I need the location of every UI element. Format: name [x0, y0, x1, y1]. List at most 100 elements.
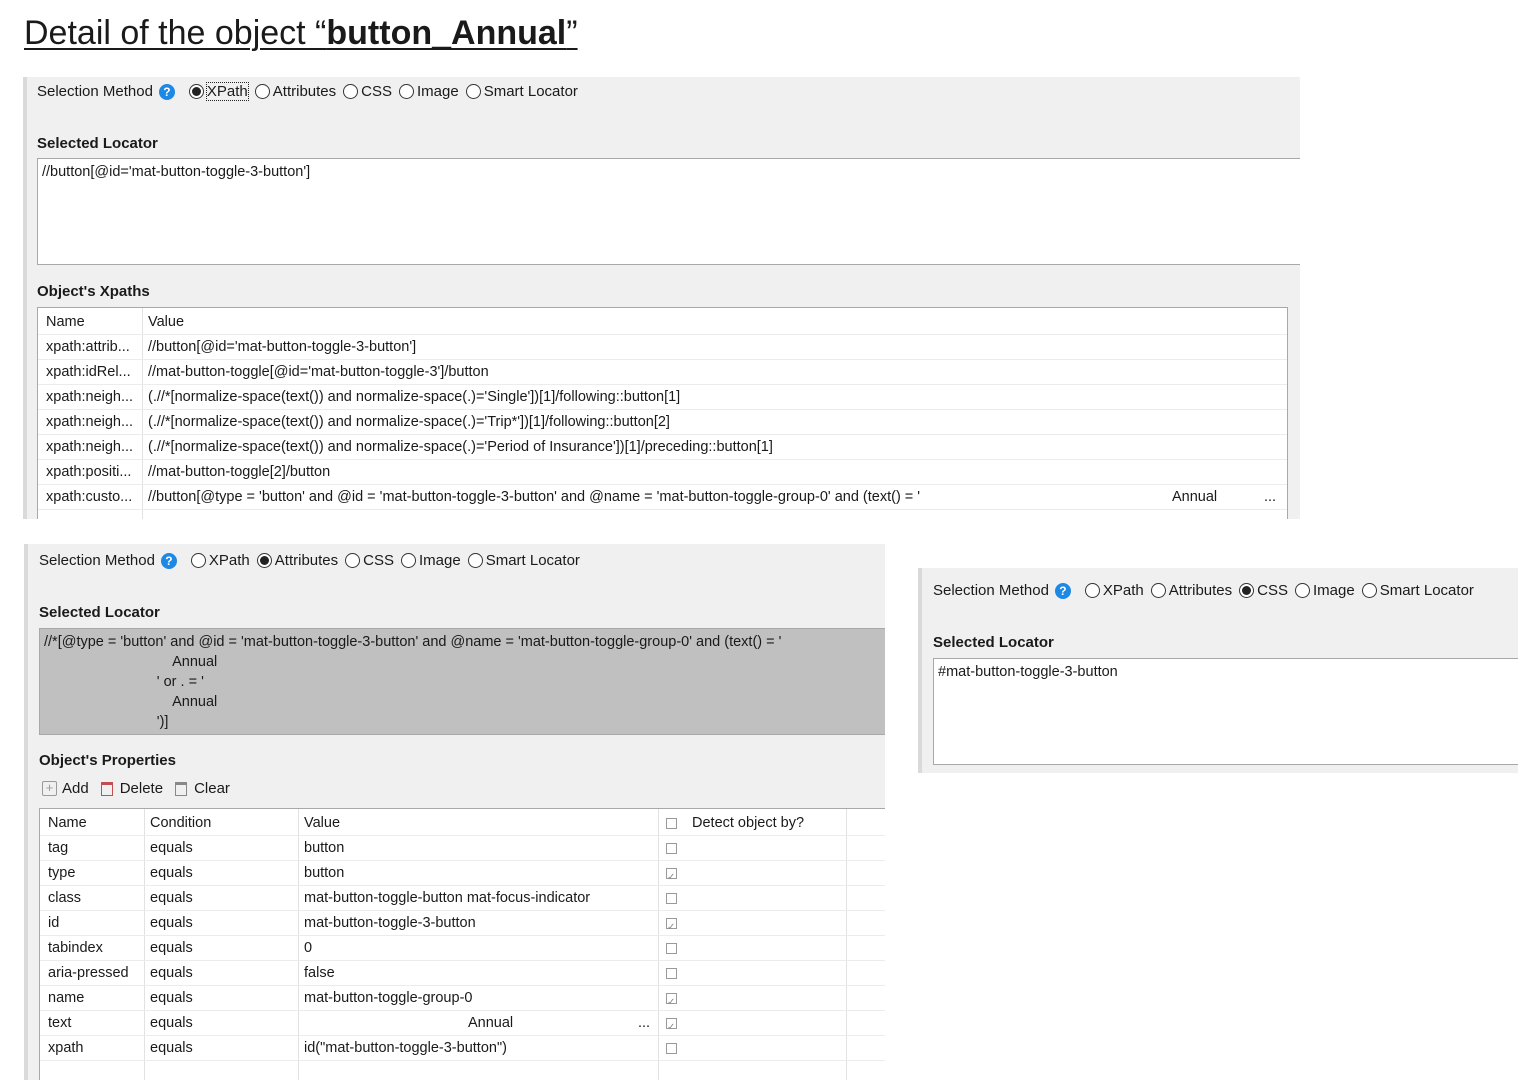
table-row[interactable]: xpath:neigh... (.//*[normalize-space(tex… [38, 385, 1287, 410]
column-header-value[interactable]: Value [142, 310, 542, 335]
radio-css[interactable]: CSS [343, 83, 392, 100]
table-row[interactable]: xpath:neigh... (.//*[normalize-space(tex… [38, 435, 1287, 460]
radio-label: Attributes [274, 552, 339, 569]
radio-image[interactable]: Image [399, 83, 459, 100]
radio-icon [345, 553, 361, 568]
table-row[interactable]: xpath:custo... //button[@type = 'button'… [38, 485, 1287, 510]
table-row[interactable]: xpath equals id("mat-button-toggle-3-but… [40, 1036, 885, 1061]
title-object-name: button_Annual [326, 14, 567, 52]
detect-cell [660, 861, 680, 886]
property-value[interactable]: button [298, 861, 648, 886]
table-row[interactable]: tabindex equals 0 [40, 936, 885, 961]
radio-label: XPath [205, 82, 249, 101]
table-row[interactable]: xpath:neigh... (.//*[normalize-space(tex… [38, 410, 1287, 435]
delete-button[interactable]: Delete [100, 780, 163, 797]
selected-locator-field[interactable]: #mat-button-toggle-3-button [933, 658, 1518, 765]
property-value[interactable]: false [298, 961, 648, 986]
property-name: type [48, 865, 76, 881]
radio-label: Attributes [1168, 582, 1233, 599]
selected-locator-field[interactable]: //*[@type = 'button' and @id = 'mat-butt… [39, 628, 885, 735]
help-icon[interactable]: ? [1054, 582, 1071, 599]
radio-xpath[interactable]: XPath [1084, 582, 1144, 599]
add-button[interactable]: + Add [42, 780, 89, 797]
detect-checkbox[interactable] [666, 915, 677, 936]
property-value[interactable]: Annual [298, 1011, 633, 1036]
radio-attributes[interactable]: Attributes [256, 552, 339, 569]
property-value[interactable]: mat-button-toggle-button mat-focus-indic… [298, 886, 648, 911]
column-header-name[interactable]: Name [40, 310, 140, 335]
panel-border [24, 544, 28, 1080]
table-row[interactable]: type equals button [40, 861, 885, 886]
property-condition[interactable]: equals [144, 1036, 294, 1061]
table-row[interactable]: text equals Annual ... [40, 1011, 885, 1036]
table-row[interactable]: xpath:positi... //mat-button-toggle[2]/b… [38, 460, 1287, 485]
more-button[interactable]: ... [632, 1011, 656, 1036]
clear-button[interactable]: Clear [175, 780, 230, 797]
clear-icon [175, 781, 188, 796]
property-condition[interactable]: equals [144, 1011, 294, 1036]
table-header: Name Value [38, 310, 1287, 335]
selected-locator-field[interactable]: //button[@id='mat-button-toggle-3-button… [37, 158, 1300, 265]
detect-checkbox[interactable] [666, 842, 677, 854]
property-value[interactable]: 0 [298, 936, 648, 961]
property-value[interactable]: mat-button-toggle-3-button [298, 911, 648, 936]
radio-attributes[interactable]: Attributes [1150, 582, 1233, 599]
table-row[interactable]: name equals mat-button-toggle-group-0 [40, 986, 885, 1011]
add-icon: + [42, 781, 57, 796]
radio-smart-locator[interactable]: Smart Locator [1361, 582, 1474, 599]
radio-attributes[interactable]: Attributes [254, 83, 336, 100]
radio-label: XPath [1102, 582, 1144, 599]
radio-css[interactable]: CSS [1239, 582, 1288, 599]
radio-smart-locator[interactable]: Smart Locator [465, 83, 578, 100]
radio-icon [1295, 583, 1310, 598]
detect-all-checkbox[interactable] [666, 817, 677, 829]
property-condition[interactable]: equals [144, 961, 294, 986]
detect-checkbox[interactable] [666, 990, 677, 1011]
help-icon[interactable]: ? [160, 552, 177, 569]
help-icon[interactable]: ? [158, 83, 175, 100]
detect-checkbox[interactable] [666, 865, 677, 886]
property-value[interactable]: button [298, 836, 648, 861]
property-value[interactable]: mat-button-toggle-group-0 [298, 986, 648, 1011]
property-condition[interactable]: equals [144, 861, 294, 886]
table-row[interactable]: aria-pressed equals false [40, 961, 885, 986]
table-row[interactable]: class equals mat-button-toggle-button ma… [40, 886, 885, 911]
radio-icon [399, 84, 414, 99]
radio-icon [467, 553, 483, 568]
table-row[interactable]: xpath:idRel... //mat-button-toggle[@id='… [38, 360, 1287, 385]
radio-xpath[interactable]: XPath [188, 82, 249, 101]
property-name: id [48, 915, 60, 931]
property-value[interactable]: id("mat-button-toggle-3-button") [298, 1036, 648, 1061]
selected-locator-label: Selected Locator [37, 135, 158, 152]
column-header-condition[interactable]: Condition [144, 811, 294, 836]
property-condition[interactable]: equals [144, 886, 294, 911]
radio-image[interactable]: Image [1295, 582, 1355, 599]
detect-checkbox[interactable] [666, 942, 677, 954]
detect-checkbox[interactable] [666, 892, 677, 904]
radio-smart-locator[interactable]: Smart Locator [467, 552, 580, 569]
object-properties-label: Object's Properties [39, 752, 176, 769]
radio-xpath[interactable]: XPath [190, 552, 250, 569]
radio-icon [254, 84, 270, 99]
property-condition[interactable]: equals [144, 986, 294, 1011]
xpath-name: xpath:neigh... [46, 389, 134, 405]
property-condition[interactable]: equals [144, 936, 294, 961]
radio-css[interactable]: CSS [345, 552, 394, 569]
table-row[interactable]: tag equals button [40, 836, 885, 861]
xpaths-table: Name Value xpath:attrib... //button[@id=… [37, 307, 1288, 519]
detect-checkbox[interactable] [666, 1015, 677, 1036]
column-header-detect[interactable]: Detect object by? [686, 811, 836, 836]
radio-image[interactable]: Image [401, 552, 461, 569]
detect-checkbox[interactable] [666, 967, 677, 979]
more-button[interactable]: ... [1258, 485, 1284, 510]
radio-icon [343, 84, 359, 99]
column-header-name[interactable]: Name [42, 811, 142, 836]
table-row[interactable]: xpath:attrib... //button[@id='mat-button… [38, 335, 1287, 360]
column-header-value[interactable]: Value [298, 811, 648, 836]
page-title: Detail of the object “button_Annual” [24, 14, 578, 53]
property-condition[interactable]: equals [144, 836, 294, 861]
property-condition[interactable]: equals [144, 911, 294, 936]
xpath-name: xpath:neigh... [46, 414, 134, 430]
detect-checkbox[interactable] [666, 1042, 677, 1054]
table-row[interactable]: id equals mat-button-toggle-3-button [40, 911, 885, 936]
